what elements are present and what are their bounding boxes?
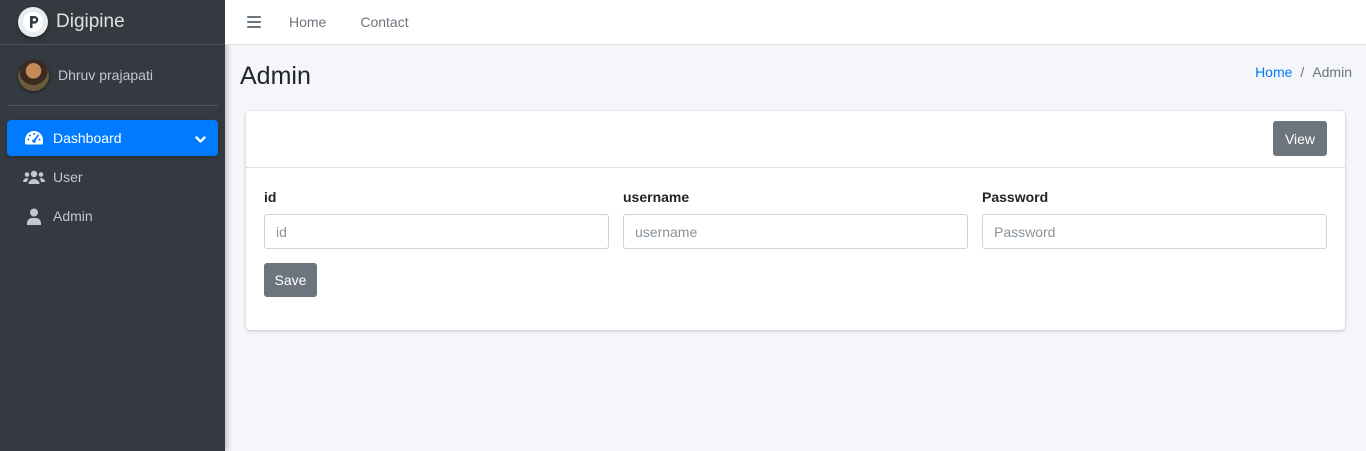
password-field-group: Password [982,189,1327,249]
view-button[interactable]: View [1273,121,1327,156]
sidebar-item-user[interactable]: User [7,159,218,195]
sidebar-item-label: Admin [53,208,93,224]
nav-link-home[interactable]: Home [289,14,326,30]
menu-toggle-icon[interactable] [247,15,261,29]
sidebar-item-label: Dashboard [53,130,122,146]
brand-name: Digipine [56,11,125,32]
id-label: id [264,189,277,205]
breadcrumb-home-link[interactable]: Home [1255,64,1292,80]
nav-link-contact[interactable]: Contact [360,14,408,30]
username-input[interactable] [623,214,968,249]
username-field-group: username [623,189,968,249]
user-name[interactable]: Dhruv prajapati [58,67,153,83]
sidebar: Digipine Dhruv prajapati Dashboard User … [0,0,225,451]
brand-link[interactable]: Digipine [0,0,225,45]
password-label: Password [982,189,1049,205]
breadcrumb: Home / Admin [1255,64,1352,80]
admin-form-card: View id username Password Save [246,111,1345,330]
password-input[interactable] [982,214,1327,249]
users-icon [23,168,45,186]
username-label: username [623,189,690,205]
breadcrumb-current: Admin [1312,64,1352,80]
user-panel[interactable]: Dhruv prajapati [7,45,218,106]
content-header: Admin Home / Admin [240,62,1352,92]
id-input[interactable] [264,214,609,249]
breadcrumb-separator: / [1300,64,1305,80]
save-button[interactable]: Save [264,263,317,297]
sidebar-item-admin[interactable]: Admin [7,198,218,234]
id-field-group: id [264,189,609,249]
sidebar-item-dashboard[interactable]: Dashboard [7,120,218,156]
user-icon [23,207,45,225]
top-navbar: Home Contact [225,0,1366,45]
sidebar-nav: Dashboard User Admin [0,106,225,234]
tachometer-icon [23,129,45,147]
page-title: Admin [240,62,311,90]
sidebar-item-label: User [53,169,83,185]
avatar [18,59,49,91]
card-header: View [246,111,1345,168]
digipine-logo-icon [18,7,48,37]
chevron-down-icon [195,131,206,147]
